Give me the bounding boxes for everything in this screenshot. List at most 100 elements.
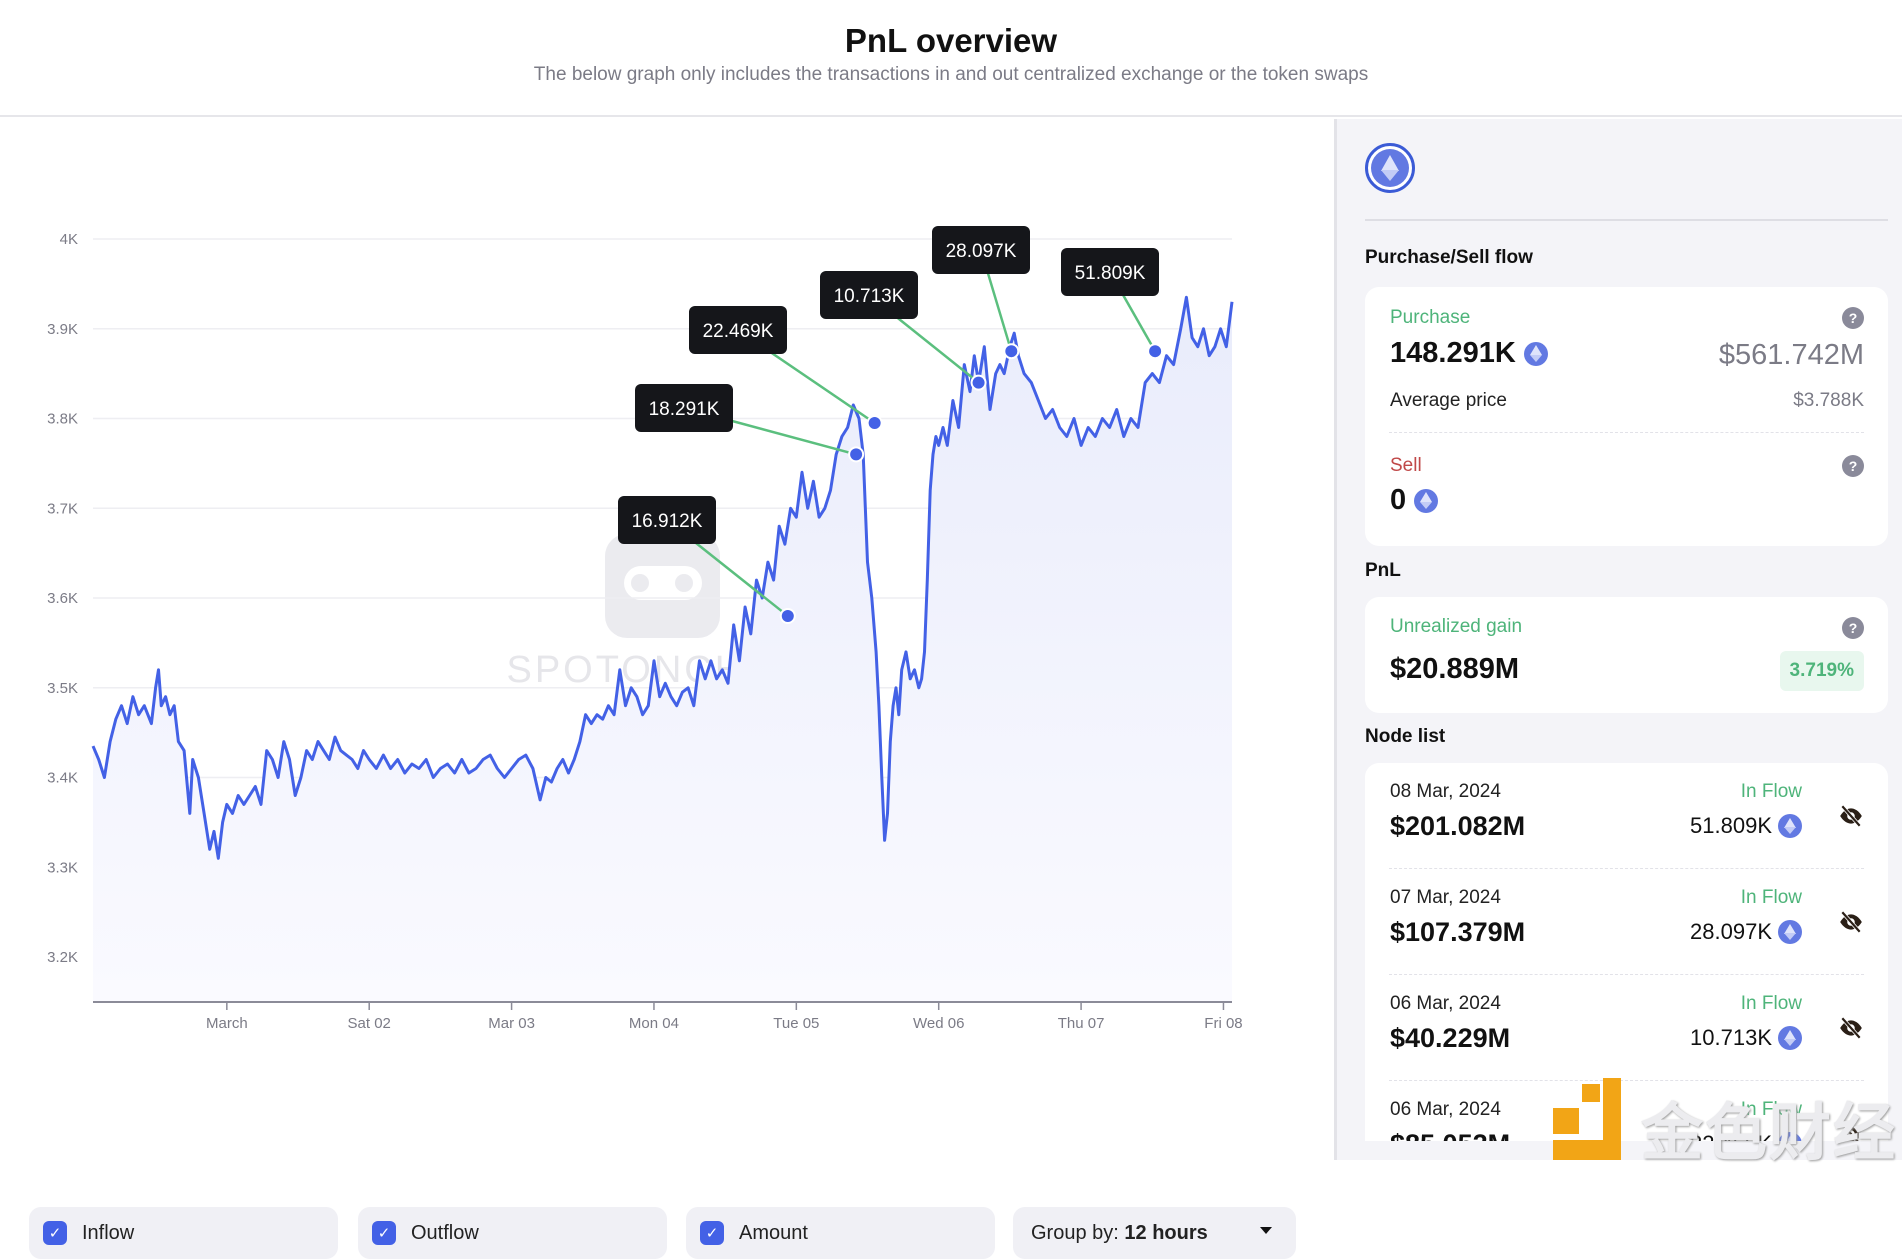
- node-flow: In Flow: [1740, 781, 1802, 802]
- annotation-label: 10.713K: [834, 286, 905, 307]
- purchase-usd: $561.742M: [1718, 339, 1864, 371]
- eye-off-icon[interactable]: [1838, 803, 1864, 829]
- annotation-label: 28.097K: [946, 241, 1017, 262]
- avg-price-value: $3.788K: [1793, 390, 1864, 411]
- eth-icon: [1523, 341, 1548, 366]
- node-usd: $85.052M: [1390, 1129, 1510, 1141]
- node-amount: 28.097K: [1690, 919, 1802, 945]
- node-list-title: Node list: [1365, 726, 1446, 747]
- annotation-label: 22.469K: [703, 321, 774, 342]
- x-tick-label: Thu 07: [1058, 1015, 1105, 1032]
- y-tick-label: 3.3K: [47, 859, 78, 876]
- x-tick-label: March: [206, 1015, 248, 1032]
- node-amount-value: 51.809K: [1690, 813, 1772, 838]
- group-by-prefix: Group by:: [1031, 1221, 1119, 1244]
- node-amount: 51.809K: [1690, 813, 1802, 839]
- group-by-value: 12 hours: [1124, 1221, 1208, 1244]
- annotation-label: 51.809K: [1075, 263, 1146, 284]
- node-date: 08 Mar, 2024: [1390, 781, 1501, 802]
- node-flow: In Flow: [1740, 887, 1802, 908]
- x-tick-label: Fri 08: [1204, 1015, 1242, 1032]
- annotation-dot[interactable]: [972, 376, 985, 389]
- help-icon[interactable]: ?: [1842, 307, 1864, 329]
- eth-icon: [1778, 1132, 1802, 1141]
- eth-icon: [1414, 488, 1439, 513]
- eth-icon: [1778, 920, 1802, 944]
- eth-icon: [1371, 149, 1409, 187]
- x-axis: March Sat 02 Mar 03 Mon 04 Tue 05 Wed 06 Thu 0…: [93, 1001, 1243, 1032]
- node-list-item[interactable]: 07 Mar, 2024 $107.379M In Flow 28.097K: [1365, 869, 1888, 975]
- avg-price-label: Average price: [1390, 390, 1507, 411]
- pnl-title: PnL: [1365, 560, 1401, 581]
- purchase-sell-title: Purchase/Sell flow: [1365, 247, 1533, 268]
- outflow-toggle[interactable]: ✓ Outflow: [358, 1207, 667, 1259]
- help-icon[interactable]: ?: [1842, 617, 1864, 639]
- unrealized-percent-badge: 3.719%: [1779, 651, 1864, 691]
- summary-panel: Purchase/Sell flow Purchase ? 148.291K $…: [1334, 119, 1902, 1160]
- node-date: 07 Mar, 2024: [1390, 887, 1501, 908]
- sell-amount: 0: [1390, 484, 1439, 517]
- annotation-dot[interactable]: [1005, 345, 1018, 358]
- eth-icon: [1778, 1026, 1802, 1050]
- annotation-dot[interactable]: [1149, 345, 1162, 358]
- purchase-sell-card: Purchase ? 148.291K $561.742M Average pr…: [1365, 287, 1888, 546]
- amount-toggle[interactable]: ✓ Amount: [686, 1207, 995, 1259]
- inflow-label: Inflow: [82, 1221, 135, 1244]
- y-tick-label: 4K: [60, 231, 78, 248]
- node-date: 06 Mar, 2024: [1390, 993, 1501, 1014]
- annotation-dot[interactable]: [868, 416, 881, 429]
- annotation-dot[interactable]: [850, 448, 863, 461]
- sell-amount-value: 0: [1390, 484, 1407, 516]
- node-amount-value: 10.713K: [1690, 1025, 1772, 1050]
- unrealized-value: $20.889M: [1390, 653, 1519, 685]
- node-amount-value: 22.469K: [1690, 1131, 1772, 1141]
- checkbox-checked-icon[interactable]: ✓: [43, 1221, 67, 1245]
- x-tick-label: Mar 03: [488, 1015, 535, 1032]
- checkbox-checked-icon[interactable]: ✓: [700, 1221, 724, 1245]
- watermark-logo-eye-left: [631, 574, 649, 592]
- chart-area: SPOTONCHAIN 3.2K 3.3K 3.4K 3.5K 3.6K 3.7K 3.8K…: [0, 119, 1334, 1259]
- x-tick-label: Mon 04: [629, 1015, 679, 1032]
- divider: [1365, 219, 1888, 221]
- page-subtitle: The below graph only includes the transa…: [533, 64, 1369, 85]
- eye-off-icon[interactable]: [1838, 909, 1864, 935]
- help-icon[interactable]: ?: [1842, 455, 1864, 477]
- eye-off-icon[interactable]: [1838, 1015, 1864, 1041]
- node-flow: In Flow: [1740, 993, 1802, 1014]
- purchase-amount: 148.291K: [1390, 337, 1548, 370]
- x-tick-label: Tue 05: [773, 1015, 819, 1032]
- group-by-select[interactable]: Group by: 12 hours: [1013, 1207, 1296, 1259]
- y-tick-label: 3.2K: [47, 949, 78, 966]
- purchase-amount-value: 148.291K: [1390, 337, 1516, 369]
- annotation-label: 18.291K: [649, 399, 720, 420]
- y-tick-label: 3.6K: [47, 590, 78, 607]
- inflow-toggle[interactable]: ✓ Inflow: [29, 1207, 338, 1259]
- y-tick-label: 3.4K: [47, 770, 78, 787]
- node-flow: In Flow: [1740, 1099, 1802, 1120]
- eth-icon: [1778, 814, 1802, 838]
- annotation-dot[interactable]: [781, 609, 794, 622]
- node-amount: 22.469K: [1690, 1131, 1802, 1141]
- node-list-item[interactable]: 06 Mar, 2024 $85.052M In Flow 22.469K: [1365, 1081, 1888, 1141]
- node-list: 08 Mar, 2024 $201.082M In Flow 51.809K 07 Ma…: [1365, 763, 1888, 1141]
- x-tick-label: Sat 02: [348, 1015, 391, 1032]
- sell-label: Sell: [1390, 455, 1422, 476]
- caret-down-icon: [1260, 1227, 1272, 1234]
- x-tick-label: Wed 06: [913, 1015, 964, 1032]
- divider: [1389, 432, 1864, 433]
- token-logo: [1365, 143, 1415, 193]
- y-tick-label: 3.9K: [47, 321, 78, 338]
- node-list-item[interactable]: 08 Mar, 2024 $201.082M In Flow 51.809K: [1365, 763, 1888, 869]
- outflow-label: Outflow: [411, 1221, 479, 1244]
- pnl-card: Unrealized gain ? $20.889M 3.719%: [1365, 597, 1888, 713]
- eye-off-icon[interactable]: [1838, 1121, 1864, 1141]
- node-usd: $40.229M: [1390, 1023, 1511, 1053]
- y-axis: 3.2K 3.3K 3.4K 3.5K 3.6K 3.7K 3.8K 3.9K 4K: [47, 231, 78, 966]
- pnl-chart[interactable]: SPOTONCHAIN 3.2K3.3K3.4K3.5K3.6K3.7K3.8K…: [0, 119, 1334, 1079]
- node-list-item[interactable]: 06 Mar, 2024 $40.229M In Flow 10.713K: [1365, 975, 1888, 1081]
- y-tick-label: 3.5K: [47, 680, 78, 697]
- unrealized-label: Unrealized gain: [1390, 616, 1523, 637]
- node-usd: $107.379M: [1390, 917, 1526, 947]
- y-tick-label: 3.7K: [47, 500, 78, 517]
- checkbox-checked-icon[interactable]: ✓: [372, 1221, 396, 1245]
